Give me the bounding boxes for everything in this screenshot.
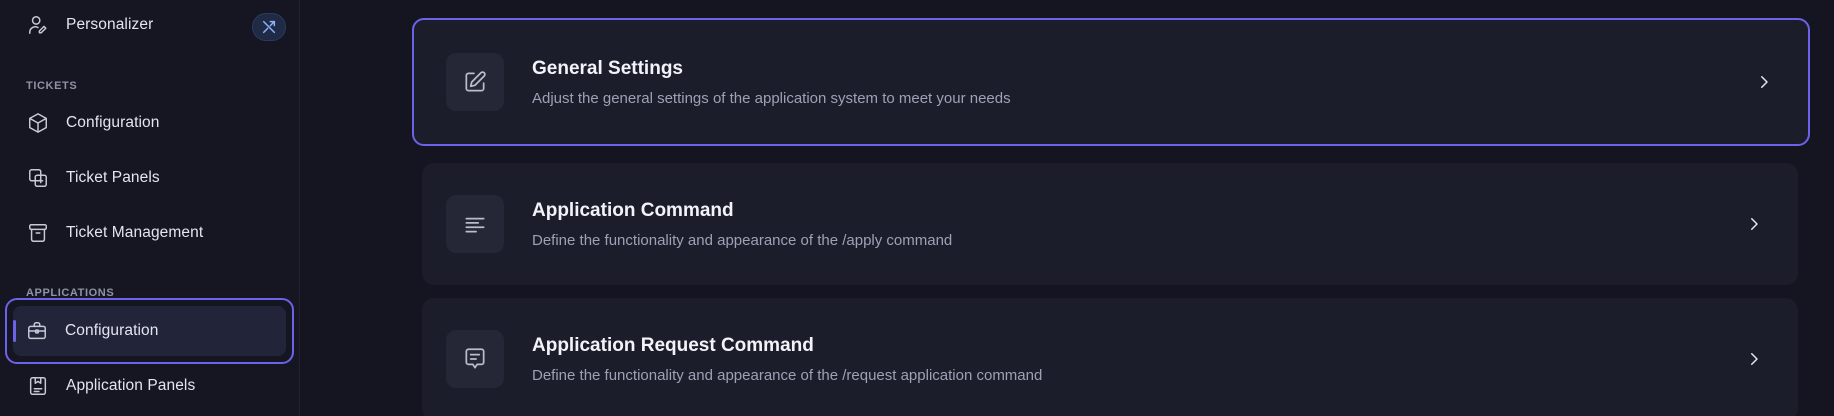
card-description: Adjust the general settings of the appli… (532, 89, 1011, 107)
clipboard-icon (26, 374, 50, 398)
sidebar-item-ticket-configuration[interactable]: Configuration (14, 100, 284, 146)
card-title: General Settings (532, 57, 683, 79)
sidebar-item-label: Ticket Panels (66, 169, 160, 186)
sidebar-item-personalizer[interactable]: Personalizer (14, 2, 286, 48)
sidebar: Personalizer TICKETS Configuration Ticke… (0, 0, 300, 416)
card-text: Application Request Command Define the f… (532, 335, 1742, 384)
sidebar-item-ticket-management[interactable]: Ticket Management (14, 210, 284, 256)
copy-plus-icon (26, 166, 50, 190)
card-text: General Settings Adjust the general sett… (532, 58, 1752, 107)
chevron-right-icon (1752, 70, 1776, 94)
sidebar-item-application-panels[interactable]: Application Panels (14, 363, 284, 409)
sidebar-item-label: Personalizer (66, 16, 154, 33)
tools-icon[interactable] (252, 13, 286, 41)
sidebar-item-application-configuration[interactable]: Configuration (5, 298, 294, 364)
chevron-right-icon (1742, 212, 1766, 236)
sidebar-item-label: Configuration (65, 322, 159, 339)
chevron-right-icon (1742, 347, 1766, 371)
app-root: Personalizer TICKETS Configuration Ticke… (0, 0, 1834, 416)
archive-icon (26, 221, 50, 245)
card-title: Application Command (532, 199, 734, 221)
card-description: Define the functionality and appearance … (532, 231, 953, 249)
edit-icon (446, 53, 504, 111)
user-edit-icon (26, 13, 50, 37)
sidebar-item-ticket-panels[interactable]: Ticket Panels (14, 155, 284, 201)
sidebar-item-label: Configuration (66, 114, 160, 131)
sidebar-item-active-background: Configuration (13, 306, 286, 356)
section-title-tickets: TICKETS (26, 80, 78, 92)
card-application-request-command[interactable]: Application Request Command Define the f… (422, 298, 1798, 416)
briefcase-icon (25, 319, 49, 343)
active-indicator (13, 320, 16, 342)
card-title: Application Request Command (532, 334, 814, 356)
card-general-settings[interactable]: General Settings Adjust the general sett… (412, 18, 1810, 146)
align-left-icon (446, 195, 504, 253)
cube-icon (26, 111, 50, 135)
sidebar-item-label: Ticket Management (66, 224, 204, 241)
card-text: Application Command Define the functiona… (532, 200, 1742, 249)
sidebar-item-label: Application Panels (66, 377, 196, 394)
message-square-icon (446, 330, 504, 388)
card-application-command[interactable]: Application Command Define the functiona… (422, 163, 1798, 285)
card-description: Define the functionality and appearance … (532, 366, 1043, 384)
